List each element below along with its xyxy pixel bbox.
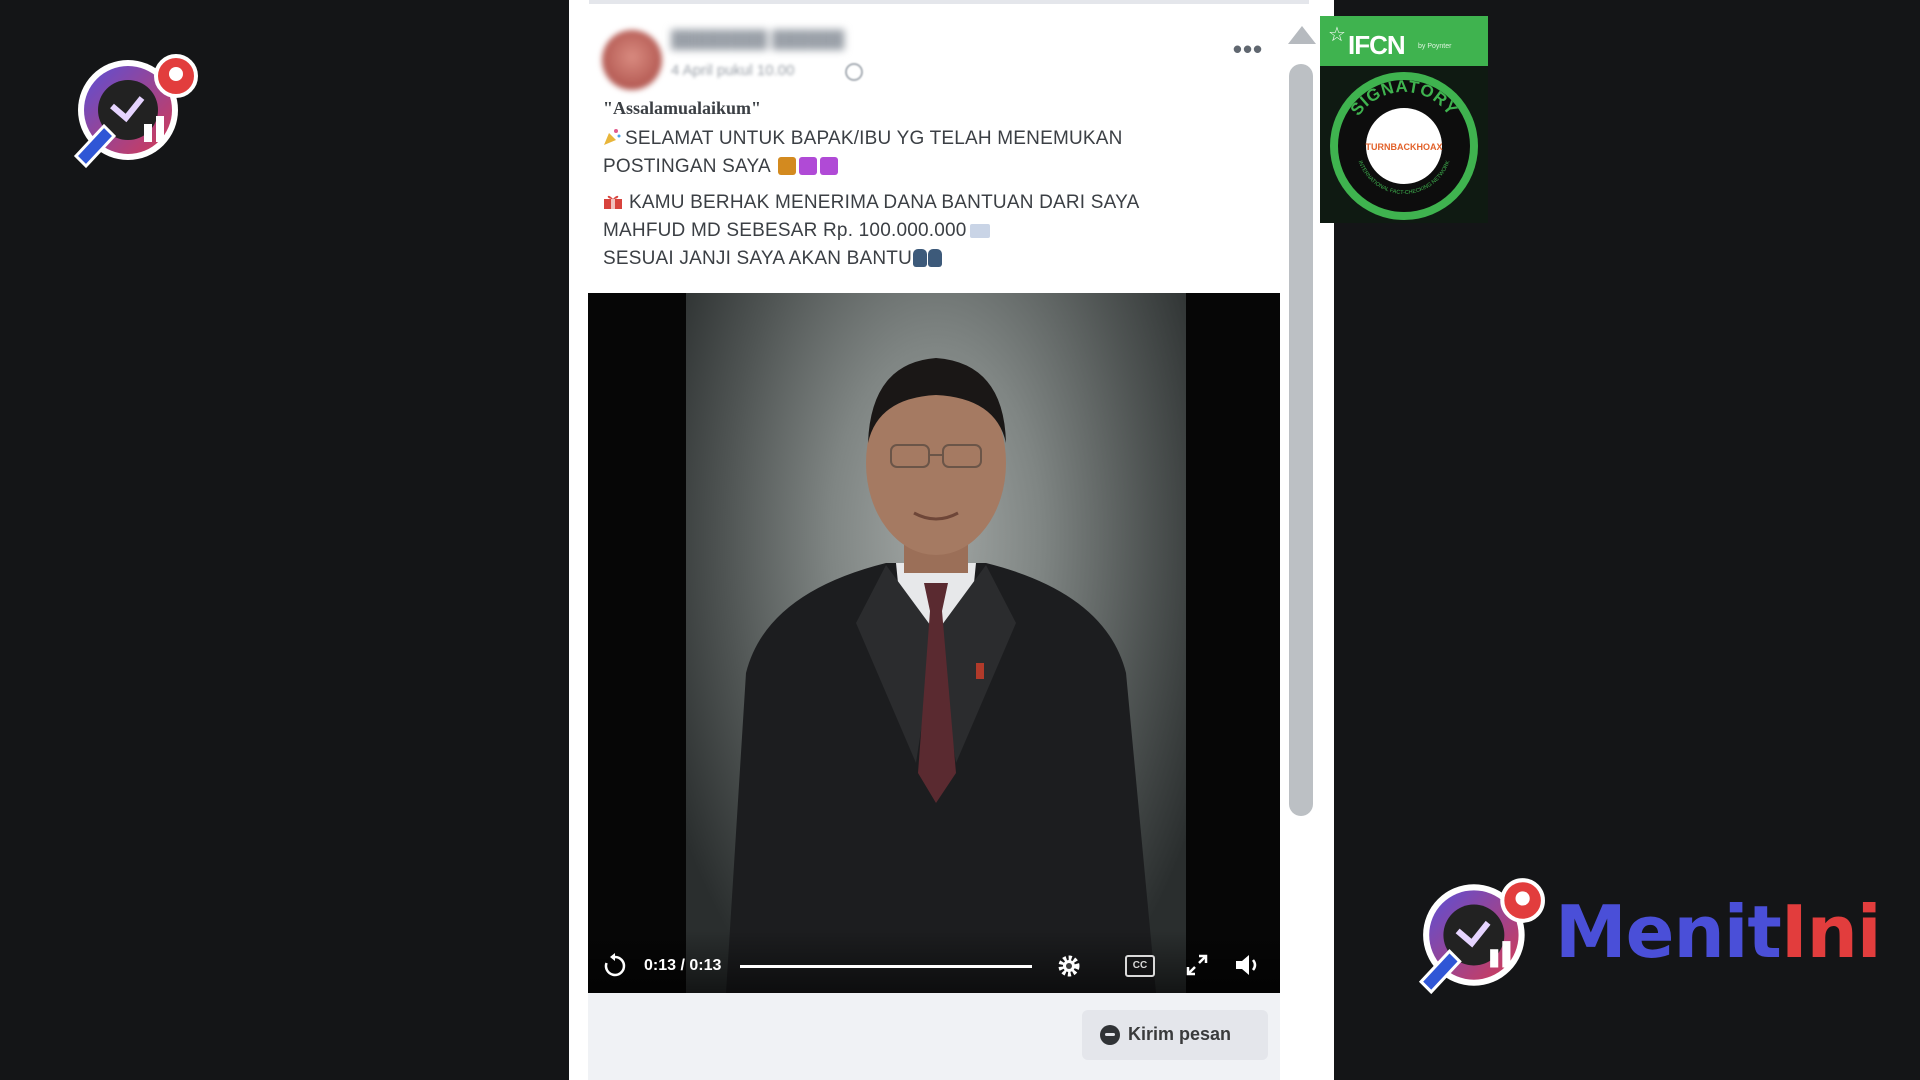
pray-icon bbox=[913, 249, 927, 267]
video-time: 0:13 / 0:13 bbox=[644, 957, 722, 974]
money-icon bbox=[969, 224, 990, 238]
captions-icon[interactable]: CC bbox=[1125, 955, 1155, 977]
brand-name-part-2: Ini bbox=[1780, 890, 1882, 974]
post-greeting: "Assalamualaikum" bbox=[603, 98, 762, 118]
replay-icon[interactable] bbox=[602, 953, 628, 979]
emoji-icon-1 bbox=[778, 157, 797, 175]
emoji-icon-3 bbox=[820, 157, 839, 175]
facebook-post-card: ████████ ██████ 4 April pukul 10.00 ••• … bbox=[569, 0, 1334, 1080]
fullscreen-icon[interactable] bbox=[1185, 953, 1209, 977]
post-date[interactable]: 4 April pukul 10.00 bbox=[671, 62, 794, 79]
ifcn-signatory-badge: ☆ IFCN by Poynter SIGNATORY INTERNATIONA… bbox=[1320, 16, 1488, 223]
author-avatar[interactable] bbox=[602, 30, 662, 90]
pray-icon bbox=[928, 249, 942, 267]
brand-name: MenitIni bbox=[1555, 896, 1882, 968]
video-player[interactable]: 0:13 / 0:13 CC bbox=[588, 293, 1280, 993]
brand-name-part-1: Menit bbox=[1555, 890, 1782, 974]
volume-icon[interactable] bbox=[1234, 953, 1262, 977]
card-top-border bbox=[589, 0, 1309, 4]
video-progress-fill bbox=[740, 965, 1032, 968]
seal-center-text: TURNBACKHOAX bbox=[1366, 142, 1443, 152]
message-icon bbox=[1100, 1025, 1120, 1045]
more-options-button[interactable]: ••• bbox=[1231, 36, 1265, 72]
video-frame bbox=[686, 293, 1186, 993]
send-message-label: Kirim pesan bbox=[1128, 1024, 1232, 1044]
globe-icon bbox=[845, 63, 863, 81]
post-line-2: POSTINGAN SAYA bbox=[603, 156, 770, 177]
video-progress-bar[interactable] bbox=[740, 965, 1032, 968]
man-in-suit-photo bbox=[726, 358, 1156, 993]
post-line-1: SELAMAT UNTUK BAPAK/IBU YG TELAH MENEMUK… bbox=[625, 128, 1123, 149]
post-line-3: KAMU BERHAK MENERIMA DANA BANTUAN DARI S… bbox=[629, 192, 1140, 213]
star-icon: ☆ bbox=[1328, 24, 1346, 46]
post-line-5: SESUAI JANJI SAYA AKAN BANTU bbox=[603, 248, 912, 269]
post-line-4: MAHFUD MD SEBESAR Rp. 100.000.000 bbox=[603, 220, 967, 241]
menitini-brand-logo-icon bbox=[1412, 870, 1552, 1000]
signatory-seal: SIGNATORY INTERNATIONAL FACT-CHECKING NE… bbox=[1330, 72, 1478, 220]
settings-gear-icon[interactable] bbox=[1056, 953, 1082, 979]
scrollbar-thumb[interactable] bbox=[1289, 64, 1313, 816]
menitini-logo-icon bbox=[68, 46, 204, 174]
author-name-blurred[interactable]: ████████ ██████ bbox=[671, 30, 891, 50]
emoji-icon-2 bbox=[799, 157, 818, 175]
send-message-button[interactable]: Kirim pesan bbox=[1082, 1010, 1268, 1060]
party-popper-icon bbox=[604, 129, 621, 145]
scroll-up-arrow-icon[interactable] bbox=[1288, 26, 1316, 44]
video-controls: 0:13 / 0:13 CC bbox=[588, 931, 1280, 993]
post-text: "Assalamualaikum" SELAMAT UNTUK BAPAK/IB… bbox=[603, 98, 1243, 281]
gift-icon bbox=[604, 195, 622, 209]
